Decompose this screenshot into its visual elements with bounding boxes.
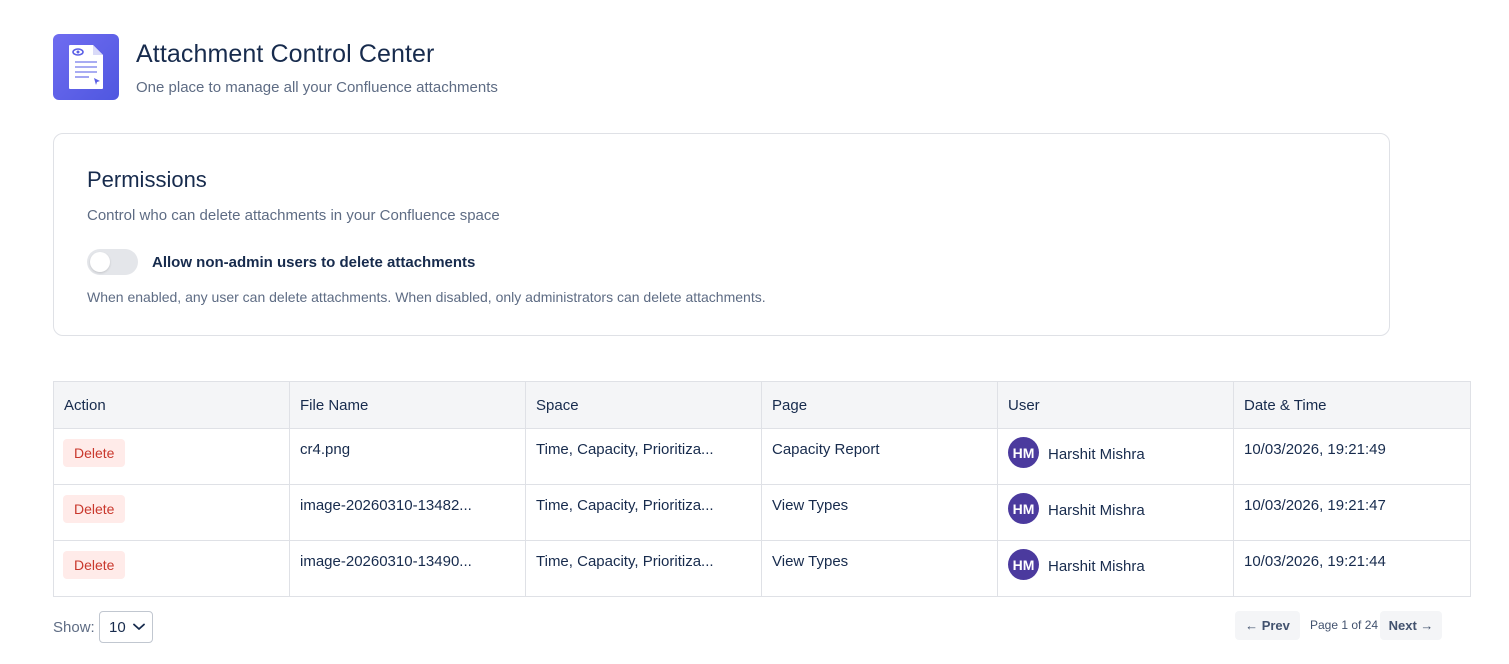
permissions-title: Permissions	[87, 167, 207, 192]
file-name-cell: image-20260310-13490...	[289, 540, 526, 597]
delete-button[interactable]: Delete	[63, 551, 126, 579]
page-size-select[interactable]: 10	[99, 611, 153, 643]
table-row: Delete image-20260310-13490... Time, Cap…	[53, 540, 1471, 597]
chevron-down-icon	[132, 623, 145, 630]
avatar: HM	[1008, 549, 1039, 580]
file-name-cell: cr4.png	[289, 428, 526, 485]
column-header-date-time: Date & Time	[1233, 381, 1471, 429]
permissions-card: Permissions Control who can delete attac…	[53, 133, 1390, 336]
attachments-table: Action File Name Space Page User Date & …	[53, 381, 1471, 597]
page-subtitle: One place to manage all your Confluence …	[136, 79, 498, 96]
space-cell: Time, Capacity, Prioritiza...	[525, 484, 762, 541]
action-cell: Delete	[53, 540, 290, 597]
column-header-user: User	[997, 381, 1234, 429]
page-cell: View Types	[761, 540, 998, 597]
date-time-cell: 10/03/2026, 19:21:47	[1233, 484, 1471, 541]
app-logo-icon	[53, 34, 119, 100]
allow-delete-toggle-label: Allow non-admin users to delete attachme…	[152, 254, 476, 271]
toggle-knob	[90, 252, 110, 272]
column-header-page: Page	[761, 381, 998, 429]
user-cell: HM Harshit Mishra	[997, 484, 1234, 541]
page: Attachment Control Center One place to m…	[0, 0, 1509, 664]
delete-button[interactable]: Delete	[63, 439, 126, 467]
file-name-cell: image-20260310-13482...	[289, 484, 526, 541]
user-name: Harshit Mishra	[1048, 558, 1145, 575]
prev-page-button[interactable]: ← Prev	[1235, 611, 1300, 640]
avatar: HM	[1008, 493, 1039, 524]
action-cell: Delete	[53, 484, 290, 541]
page-cell: Capacity Report	[761, 428, 998, 485]
user-cell: HM Harshit Mishra	[997, 540, 1234, 597]
allow-delete-toggle[interactable]	[87, 249, 138, 275]
user-name: Harshit Mishra	[1048, 502, 1145, 519]
space-cell: Time, Capacity, Prioritiza...	[525, 428, 762, 485]
table-row: Delete image-20260310-13482... Time, Cap…	[53, 484, 1471, 541]
table-row: Delete cr4.png Time, Capacity, Prioritiz…	[53, 428, 1471, 485]
delete-button[interactable]: Delete	[63, 495, 126, 523]
permissions-note: When enabled, any user can delete attach…	[87, 289, 766, 305]
column-header-action: Action	[53, 381, 290, 429]
date-time-cell: 10/03/2026, 19:21:49	[1233, 428, 1471, 485]
permissions-description: Control who can delete attachments in yo…	[87, 207, 500, 224]
column-header-space: Space	[525, 381, 762, 429]
show-label: Show:	[53, 619, 95, 636]
table-header-row: Action File Name Space Page User Date & …	[53, 381, 1471, 429]
column-header-file-name: File Name	[289, 381, 526, 429]
user-name: Harshit Mishra	[1048, 446, 1145, 463]
page-size-value: 10	[109, 618, 126, 636]
avatar: HM	[1008, 437, 1039, 468]
page-cell: View Types	[761, 484, 998, 541]
page-info: Page 1 of 24	[1310, 618, 1379, 632]
user-cell: HM Harshit Mishra	[997, 428, 1234, 485]
action-cell: Delete	[53, 428, 290, 485]
page-title: Attachment Control Center	[136, 40, 435, 68]
space-cell: Time, Capacity, Prioritiza...	[525, 540, 762, 597]
next-page-button[interactable]: Next →	[1380, 611, 1442, 640]
date-time-cell: 10/03/2026, 19:21:44	[1233, 540, 1471, 597]
